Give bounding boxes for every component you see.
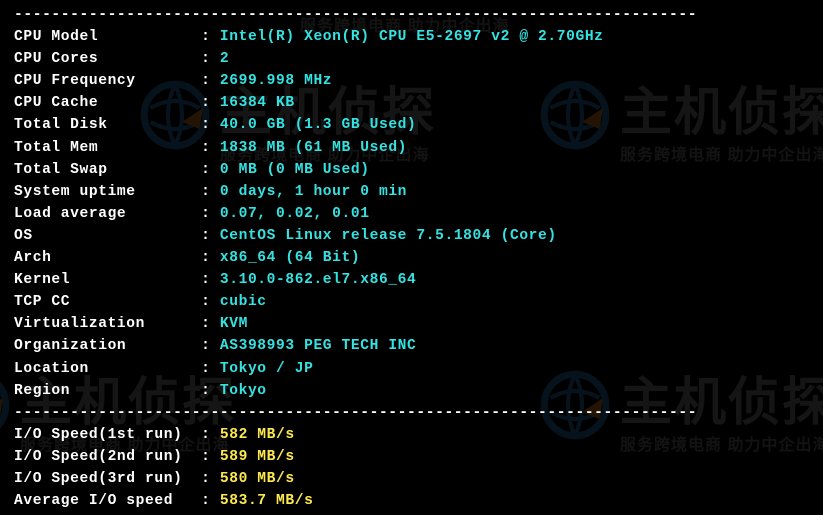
colon: : (201, 361, 220, 377)
spec-label: CPU Frequency (14, 73, 201, 89)
spec-label: System uptime (14, 184, 201, 200)
spec-value: 40.0 GB (1.3 GB Used) (220, 117, 417, 133)
spec-label: Total Swap (14, 162, 201, 178)
spec-value: AS398993 PEG TECH INC (220, 338, 417, 354)
spec-value: 582 MB/s (220, 427, 295, 443)
spec-row-io-1: I/O Speed(2nd run) : 589 MB/s (14, 446, 809, 468)
colon: : (201, 316, 220, 332)
colon: : (201, 184, 220, 200)
spec-label: Kernel (14, 272, 201, 288)
spec-row-io-0: I/O Speed(1st run) : 582 MB/s (14, 424, 809, 446)
spec-label: Location (14, 361, 201, 377)
colon: : (201, 338, 220, 354)
spec-row-io-2: I/O Speed(3rd run) : 580 MB/s (14, 468, 809, 490)
spec-label: Average I/O speed (14, 493, 201, 509)
colon: : (201, 493, 220, 509)
colon: : (201, 471, 220, 487)
spec-value: cubic (220, 294, 267, 310)
spec-row-spec-14: Organization : AS398993 PEG TECH INC (14, 335, 809, 357)
spec-row-spec-5: Total Mem : 1838 MB (61 MB Used) (14, 137, 809, 159)
spec-row-spec-13: Virtualization : KVM (14, 313, 809, 335)
spec-value: Tokyo / JP (220, 361, 314, 377)
spec-label: I/O Speed(1st run) (14, 427, 201, 443)
spec-row-spec-11: Kernel : 3.10.0-862.el7.x86_64 (14, 269, 809, 291)
colon: : (201, 73, 220, 89)
spec-value: 2699.998 MHz (220, 73, 332, 89)
spec-row-spec-2: CPU Frequency : 2699.998 MHz (14, 70, 809, 92)
spec-label: TCP CC (14, 294, 201, 310)
spec-value: 16384 KB (220, 95, 295, 111)
spec-row-spec-1: CPU Cores : 2 (14, 48, 809, 70)
spec-row-spec-3: CPU Cache : 16384 KB (14, 92, 809, 114)
spec-row-spec-12: TCP CC : cubic (14, 291, 809, 313)
spec-label: Arch (14, 250, 201, 266)
spec-value: 1838 MB (61 MB Used) (220, 140, 407, 156)
spec-row-spec-6: Total Swap : 0 MB (0 MB Used) (14, 159, 809, 181)
spec-row-io-3: Average I/O speed : 583.7 MB/s (14, 490, 809, 512)
colon: : (201, 206, 220, 222)
spec-value: 0 days, 1 hour 0 min (220, 184, 407, 200)
spec-label: Total Mem (14, 140, 201, 156)
spec-label: Virtualization (14, 316, 201, 332)
colon: : (201, 117, 220, 133)
spec-label: Load average (14, 206, 201, 222)
spec-row-spec-8: Load average : 0.07, 0.02, 0.01 (14, 203, 809, 225)
spec-value: 583.7 MB/s (220, 493, 314, 509)
spec-row-spec-16: Region : Tokyo (14, 380, 809, 402)
colon: : (201, 228, 220, 244)
colon: : (201, 51, 220, 67)
colon: : (201, 95, 220, 111)
spec-value: x86_64 (64 Bit) (220, 250, 360, 266)
spec-label: CPU Model (14, 29, 201, 45)
spec-value: Intel(R) Xeon(R) CPU E5-2697 v2 @ 2.70GH… (220, 29, 604, 45)
spec-value: CentOS Linux release 7.5.1804 (Core) (220, 228, 557, 244)
spec-row-spec-0: CPU Model : Intel(R) Xeon(R) CPU E5-2697… (14, 26, 809, 48)
colon: : (201, 272, 220, 288)
spec-label: OS (14, 228, 201, 244)
spec-value: 3.10.0-862.el7.x86_64 (220, 272, 417, 288)
spec-value: KVM (220, 316, 248, 332)
spec-value: 580 MB/s (220, 471, 295, 487)
colon: : (201, 427, 220, 443)
spec-value: 0.07, 0.02, 0.01 (220, 206, 370, 222)
spec-row-spec-10: Arch : x86_64 (64 Bit) (14, 247, 809, 269)
spec-value: 2 (220, 51, 229, 67)
spec-row-spec-9: OS : CentOS Linux release 7.5.1804 (Core… (14, 225, 809, 247)
colon: : (201, 383, 220, 399)
spec-label: Organization (14, 338, 201, 354)
colon: : (201, 449, 220, 465)
terminal-output: ----------------------------------------… (0, 0, 823, 515)
colon: : (201, 29, 220, 45)
spec-label: CPU Cache (14, 95, 201, 111)
colon: : (201, 250, 220, 266)
colon: : (201, 140, 220, 156)
spec-value: 0 MB (0 MB Used) (220, 162, 370, 178)
spec-value: Tokyo (220, 383, 267, 399)
separator-top: ----------------------------------------… (14, 4, 809, 26)
spec-label: I/O Speed(2nd run) (14, 449, 201, 465)
colon: : (201, 294, 220, 310)
spec-label: Total Disk (14, 117, 201, 133)
separator-mid: ----------------------------------------… (14, 402, 809, 424)
colon: : (201, 162, 220, 178)
spec-row-spec-4: Total Disk : 40.0 GB (1.3 GB Used) (14, 114, 809, 136)
spec-label: I/O Speed(3rd run) (14, 471, 201, 487)
spec-label: CPU Cores (14, 51, 201, 67)
spec-value: 589 MB/s (220, 449, 295, 465)
spec-label: Region (14, 383, 201, 399)
spec-row-spec-15: Location : Tokyo / JP (14, 358, 809, 380)
spec-row-spec-7: System uptime : 0 days, 1 hour 0 min (14, 181, 809, 203)
